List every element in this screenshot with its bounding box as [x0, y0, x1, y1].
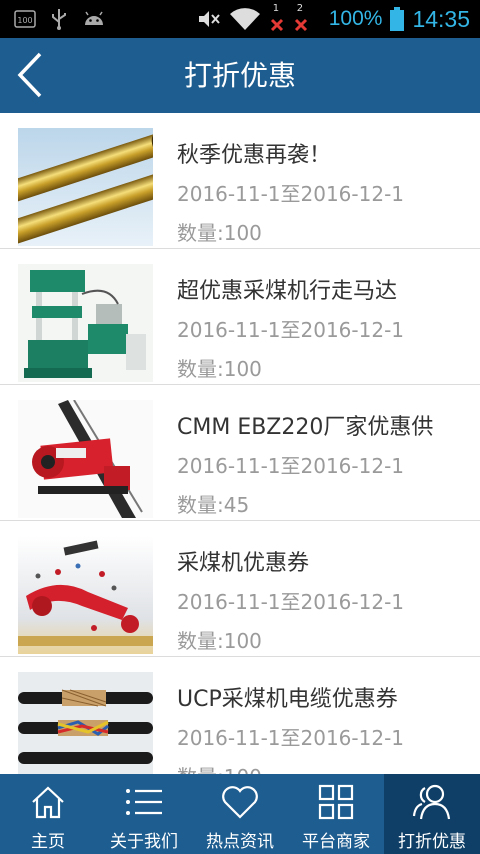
deal-name: 秋季优惠再袭！: [177, 143, 332, 168]
deal-quantity: 数量:100: [177, 221, 262, 245]
deal-date: 2016-11-1至2016-12-1: [177, 726, 405, 750]
deal-name: 采煤机优惠券: [177, 551, 310, 576]
list-item[interactable]: 超优惠采煤机行走马达 2016-11-1至2016-12-1 数量:100: [0, 249, 480, 385]
tab-label: 平台商家: [302, 832, 370, 852]
list-item[interactable]: UCP采煤机电缆优惠券 2016-11-1至2016-12-1 数量:100: [0, 657, 480, 774]
deal-quantity: 数量:45: [177, 493, 250, 517]
heart-icon: [222, 786, 258, 819]
deal-thumbnail: [18, 264, 153, 382]
deal-quantity: 数量:100: [177, 761, 262, 774]
tab-merchants[interactable]: 平台商家: [288, 774, 384, 854]
deal-date: 2016-11-1至2016-12-1: [177, 182, 405, 206]
sim2-icon: 2: [293, 3, 309, 33]
grid-icon: [318, 784, 354, 820]
status-bar: 100 1 2 100% 14:35: [0, 0, 480, 38]
battery-icon: [390, 7, 405, 31]
wifi-icon: [229, 8, 260, 31]
back-button[interactable]: [10, 50, 54, 100]
deal-name: UCP采煤机电缆优惠券: [177, 687, 398, 712]
list-item[interactable]: 采煤机优惠券 2016-11-1至2016-12-1 数量:100: [0, 521, 480, 657]
notification-icon: 100: [14, 10, 36, 28]
battery-percent: 100%: [328, 7, 383, 30]
list-item[interactable]: 秋季优惠再袭！ 2016-11-1至2016-12-1 数量:100: [0, 113, 480, 249]
deal-date: 2016-11-1至2016-12-1: [177, 590, 405, 614]
tab-label: 主页: [31, 832, 65, 852]
bottom-tab-bar: 主页 关于我们 热点资讯 平台商家 打折优惠: [0, 774, 480, 854]
deal-thumbnail: [18, 128, 153, 246]
tab-discounts[interactable]: 打折优惠: [384, 774, 480, 854]
tab-label: 打折优惠: [398, 832, 466, 852]
home-icon: [32, 786, 64, 819]
clock: 14:35: [412, 5, 470, 32]
deal-list[interactable]: 秋季优惠再袭！ 2016-11-1至2016-12-1 数量:100 超优惠采煤…: [0, 113, 480, 774]
usb-icon: [52, 9, 66, 30]
tab-about[interactable]: 关于我们: [96, 774, 192, 854]
chevron-left-icon: [17, 52, 42, 98]
deal-date: 2016-11-1至2016-12-1: [177, 454, 405, 478]
users-icon: [412, 784, 451, 820]
deal-name: CMM EBZ220厂家优惠供: [177, 415, 434, 440]
sim1-icon: 1: [269, 3, 285, 33]
deal-quantity: 数量:100: [177, 629, 262, 653]
tab-label: 热点资讯: [206, 832, 274, 852]
list-icon: [126, 789, 162, 815]
svg-text:100: 100: [17, 16, 32, 25]
deal-thumbnail: [18, 536, 153, 654]
deal-date: 2016-11-1至2016-12-1: [177, 318, 405, 342]
list-item[interactable]: CMM EBZ220厂家优惠供 2016-11-1至2016-12-1 数量:4…: [0, 385, 480, 521]
deal-name: 超优惠采煤机行走马达: [177, 279, 398, 304]
tab-home[interactable]: 主页: [0, 774, 96, 854]
app-header: 打折优惠: [0, 38, 480, 113]
deal-thumbnail: [18, 400, 153, 518]
tab-label: 关于我们: [110, 832, 178, 852]
deal-thumbnail: [18, 672, 153, 774]
deal-quantity: 数量:100: [177, 357, 262, 381]
mute-icon: [198, 11, 220, 27]
android-icon: [85, 11, 103, 25]
tab-news[interactable]: 热点资讯: [192, 774, 288, 854]
page-title: 打折优惠: [183, 59, 296, 92]
